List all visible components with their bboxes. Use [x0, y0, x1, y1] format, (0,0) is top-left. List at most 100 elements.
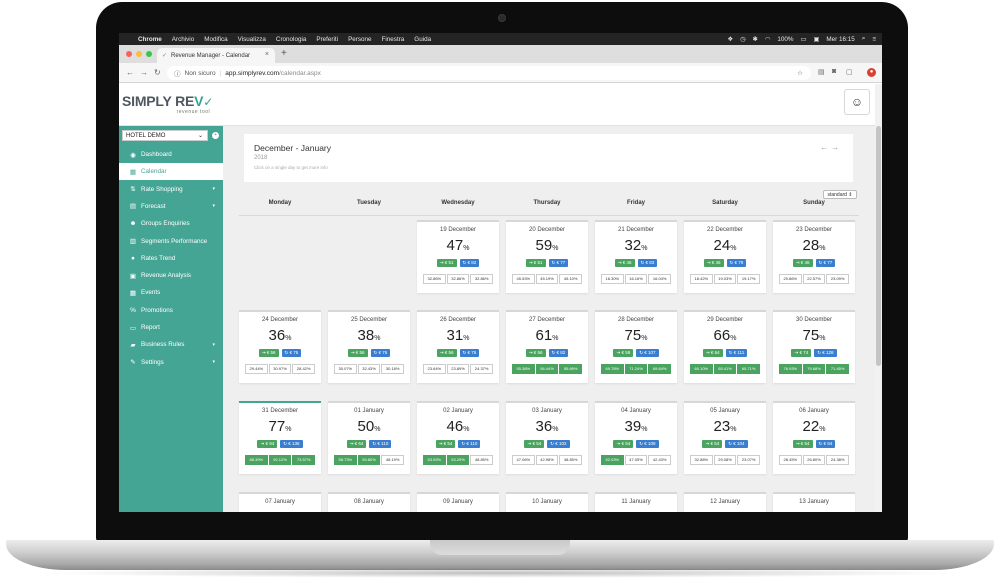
occupancy-history: 58.73% 59.80% 48.19% — [334, 455, 405, 465]
menu-visualizza[interactable]: Visualizza — [238, 36, 266, 43]
dropbox-icon[interactable]: ❖ — [727, 36, 733, 43]
sidebar-item-promotions[interactable]: % Promotions — [119, 302, 223, 319]
sidebar-item-calendar[interactable]: ▦ Calendar — [119, 163, 223, 181]
calendar-year: 2018 — [254, 155, 268, 161]
occupancy-history: 32.88% 29.08% 23.07% — [690, 455, 761, 465]
calendar-day-card[interactable]: 19 December 47% ⇥ € 51 ↻ € 82 32.86% 32.86% 32… — [417, 220, 499, 293]
sidebar-item-settings[interactable]: ✎ Settings ▾ — [119, 354, 223, 371]
browser-tab[interactable]: ✓ Revenue Manager - Calendar × — [157, 48, 275, 63]
sidebar-item-revenue-analysis[interactable]: ▣ Revenue Analysis — [119, 267, 223, 284]
notification-icon[interactable]: ≡ — [872, 36, 876, 43]
history-percent: 73.57% — [292, 455, 316, 465]
calendar-day-card[interactable]: 29 December 66% ⇥ € 64 ↻ € 111 60.10% 65.41% 6… — [684, 310, 766, 383]
menu-modifica[interactable]: Modifica — [204, 36, 227, 43]
menu-persone[interactable]: Persone — [348, 36, 371, 43]
prev-period-icon[interactable]: ← — [820, 143, 831, 152]
page-scrollbar[interactable] — [875, 84, 882, 512]
menu-chrome[interactable]: Chrome — [138, 36, 162, 43]
display-icon[interactable]: ▣ — [813, 36, 819, 43]
calendar-day-card[interactable]: 05 January 23% ⇥ € 54 ↻ € 104 32.88% 29.08% 23… — [684, 401, 766, 474]
view-select[interactable]: standard ⇕ — [823, 190, 857, 199]
sidebar-item-segments-performance[interactable]: ▥ Segments Performance — [119, 233, 223, 250]
calendar-day-card[interactable]: 09 January — [417, 492, 499, 512]
scrollbar-thumb[interactable] — [876, 126, 881, 366]
bar-rate-badge: ↻ € 83 — [637, 259, 658, 267]
sidebar-item-forecast[interactable]: ▤ Forecast ▾ — [119, 198, 223, 215]
clock[interactable]: Mer 16:15 — [826, 36, 854, 43]
occupancy-value: 36% — [506, 418, 588, 435]
wifi-icon[interactable]: ◠ — [765, 36, 771, 43]
forward-icon[interactable]: → — [140, 68, 148, 77]
time-machine-icon[interactable]: ◷ — [740, 36, 746, 43]
reload-icon[interactable]: ↻ — [154, 68, 161, 77]
calendar-day-card[interactable]: 12 January — [684, 492, 766, 512]
screenshot-icon[interactable]: ◙ — [832, 68, 836, 75]
menu-guida[interactable]: Guida — [414, 36, 431, 43]
calendar-day-card[interactable]: 01 January 50% ⇥ € 64 ↻ € 110 58.73% 59.80% 48… — [328, 401, 410, 474]
extension-icon[interactable]: ▤ — [818, 68, 825, 76]
back-icon[interactable]: ← — [126, 68, 134, 77]
calendar-day-card[interactable]: 24 December 36% ⇥ € 56 ↻ € 75 29.44% 30.97% 28… — [239, 310, 321, 383]
calendar-day-card[interactable]: 22 December 24% ⇥ € 46 ↻ € 79 18.42% 19.03% 19… — [684, 220, 766, 293]
calendar-day-card[interactable]: 07 January — [239, 492, 321, 512]
bar-rate-badge: ↻ € 110 — [369, 440, 392, 448]
calendar-day-card[interactable]: 31 December 77% ⇥ € 94 ↻ € 136 88.39% 92.12% 7… — [239, 401, 321, 474]
day-date: 13 January — [799, 499, 829, 505]
bluetooth-icon[interactable]: ✱ — [753, 36, 758, 43]
info-icon[interactable]: ⓘ — [174, 68, 181, 78]
close-window-button[interactable] — [126, 51, 132, 57]
hotel-add-icon[interactable]: + — [212, 132, 219, 139]
calendar-day-card[interactable]: 08 January — [328, 492, 410, 512]
calendar-day-card[interactable]: 11 January — [595, 492, 677, 512]
occupancy-unit: % — [285, 335, 292, 342]
spotlight-icon[interactable]: ⌕ — [862, 35, 866, 43]
minimize-window-button[interactable] — [136, 51, 142, 57]
simplyrev-logo[interactable]: SIMPLY REV✓ revenue tool — [122, 93, 213, 115]
bookmark-star-icon[interactable]: ☆ — [797, 69, 803, 77]
menu-archivio[interactable]: Archivio — [172, 36, 194, 43]
next-period-icon[interactable]: → — [831, 143, 842, 152]
menu-finestra[interactable]: Finestra — [382, 36, 405, 43]
battery-icon[interactable]: ▭ — [801, 36, 807, 43]
occupancy-history: 20.86% 22.57% 23.09% — [779, 274, 850, 284]
calendar-day-card[interactable]: 20 December 59% ⇥ € 51 ↻ € 77 45.53% 45.19% 45… — [506, 220, 588, 293]
occupancy-history: 28.45% 26.80% 24.38% — [779, 455, 850, 465]
bar-rate-badge: ↻ € 79 — [726, 259, 747, 267]
record-icon[interactable]: ● — [867, 68, 876, 77]
calendar-day-card[interactable]: 21 December 32% ⇥ € 46 ↻ € 83 16.30% 16.16% 16… — [595, 220, 677, 293]
sidebar-item-report[interactable]: ▭ Report — [119, 319, 223, 336]
extension-puzzle-icon[interactable]: ▢ — [846, 68, 853, 76]
user-avatar[interactable]: ☺ — [844, 89, 870, 115]
calendar-day-card[interactable]: 06 January 22% ⇥ € 54 ↻ € 94 28.45% 26.80% 24.… — [773, 401, 855, 474]
calendar-day-card[interactable]: 03 January 36% ⇥ € 54 ↻ € 102 47.06% 42.98% 38… — [506, 401, 588, 474]
calendar-day-card[interactable]: 23 December 28% ⇥ € 46 ↻ € 77 20.86% 22.57% 23… — [773, 220, 855, 293]
new-tab-button[interactable]: + — [281, 48, 287, 59]
calendar-day-card[interactable]: 28 December 75% ⇥ € 59 ↻ € 107 69.78% 71.24% 6… — [595, 310, 677, 383]
calendar-day-card[interactable]: 04 January 39% ⇥ € 54 ↻ € 109 52.03% 47.05% 42… — [595, 401, 677, 474]
sidebar-item-rates-trend[interactable]: ● Rates Trend — [119, 250, 223, 267]
menu-preferiti[interactable]: Preferiti — [316, 36, 338, 43]
sidebar-item-events[interactable]: ▦ Events — [119, 284, 223, 301]
occupancy-value: 38% — [328, 327, 410, 344]
sidebar-item-groups-enquiries[interactable]: ☻ Groups Enquiries — [119, 215, 223, 232]
calendar-day-card[interactable]: 26 December 31% ⇥ € 56 ↻ € 76 23.64% 23.89% 24… — [417, 310, 499, 383]
hotel-select[interactable]: HOTEL DEMO ⌄ — [122, 130, 208, 141]
address-bar[interactable]: ⓘ Non sicuro | app.simplyrev.com/calenda… — [167, 66, 811, 80]
calendar-day-card[interactable]: 13 January — [773, 492, 855, 512]
menu-cronologia[interactable]: Cronologia — [276, 36, 306, 43]
tab-close-icon[interactable]: × — [265, 51, 269, 58]
occupancy-value: 23% — [684, 418, 766, 435]
calendar-day-card[interactable]: 25 December 38% ⇥ € 56 ↻ € 76 30.07% 32.43% 30… — [328, 310, 410, 383]
battery-label[interactable]: 100% — [777, 36, 793, 43]
calendar-day-card[interactable]: 27 December 61% ⇥ € 56 ↻ € 82 55.38% 56.44% 55… — [506, 310, 588, 383]
bar-rate-badge: ↻ € 110 — [458, 440, 481, 448]
calendar-day-card[interactable]: 02 January 46% ⇥ € 54 ↻ € 110 53.93% 53.29% 48… — [417, 401, 499, 474]
calendar-day-card[interactable]: 30 December 75% ⇥ € 74 ↻ € 128 76.93% 79.68% 7… — [773, 310, 855, 383]
day-date: 01 January — [354, 408, 384, 414]
zoom-window-button[interactable] — [146, 51, 152, 57]
sidebar-item-business-rules[interactable]: ▰ Business Rules ▾ — [119, 336, 223, 353]
calendar-day-card[interactable]: 10 January — [506, 492, 588, 512]
sidebar-item-rate-shopping[interactable]: ⇅ Rate Shopping ▾ — [119, 181, 223, 198]
occupancy-unit: % — [819, 245, 826, 252]
sidebar-item-dashboard[interactable]: ◉ Dashboard — [119, 146, 223, 163]
